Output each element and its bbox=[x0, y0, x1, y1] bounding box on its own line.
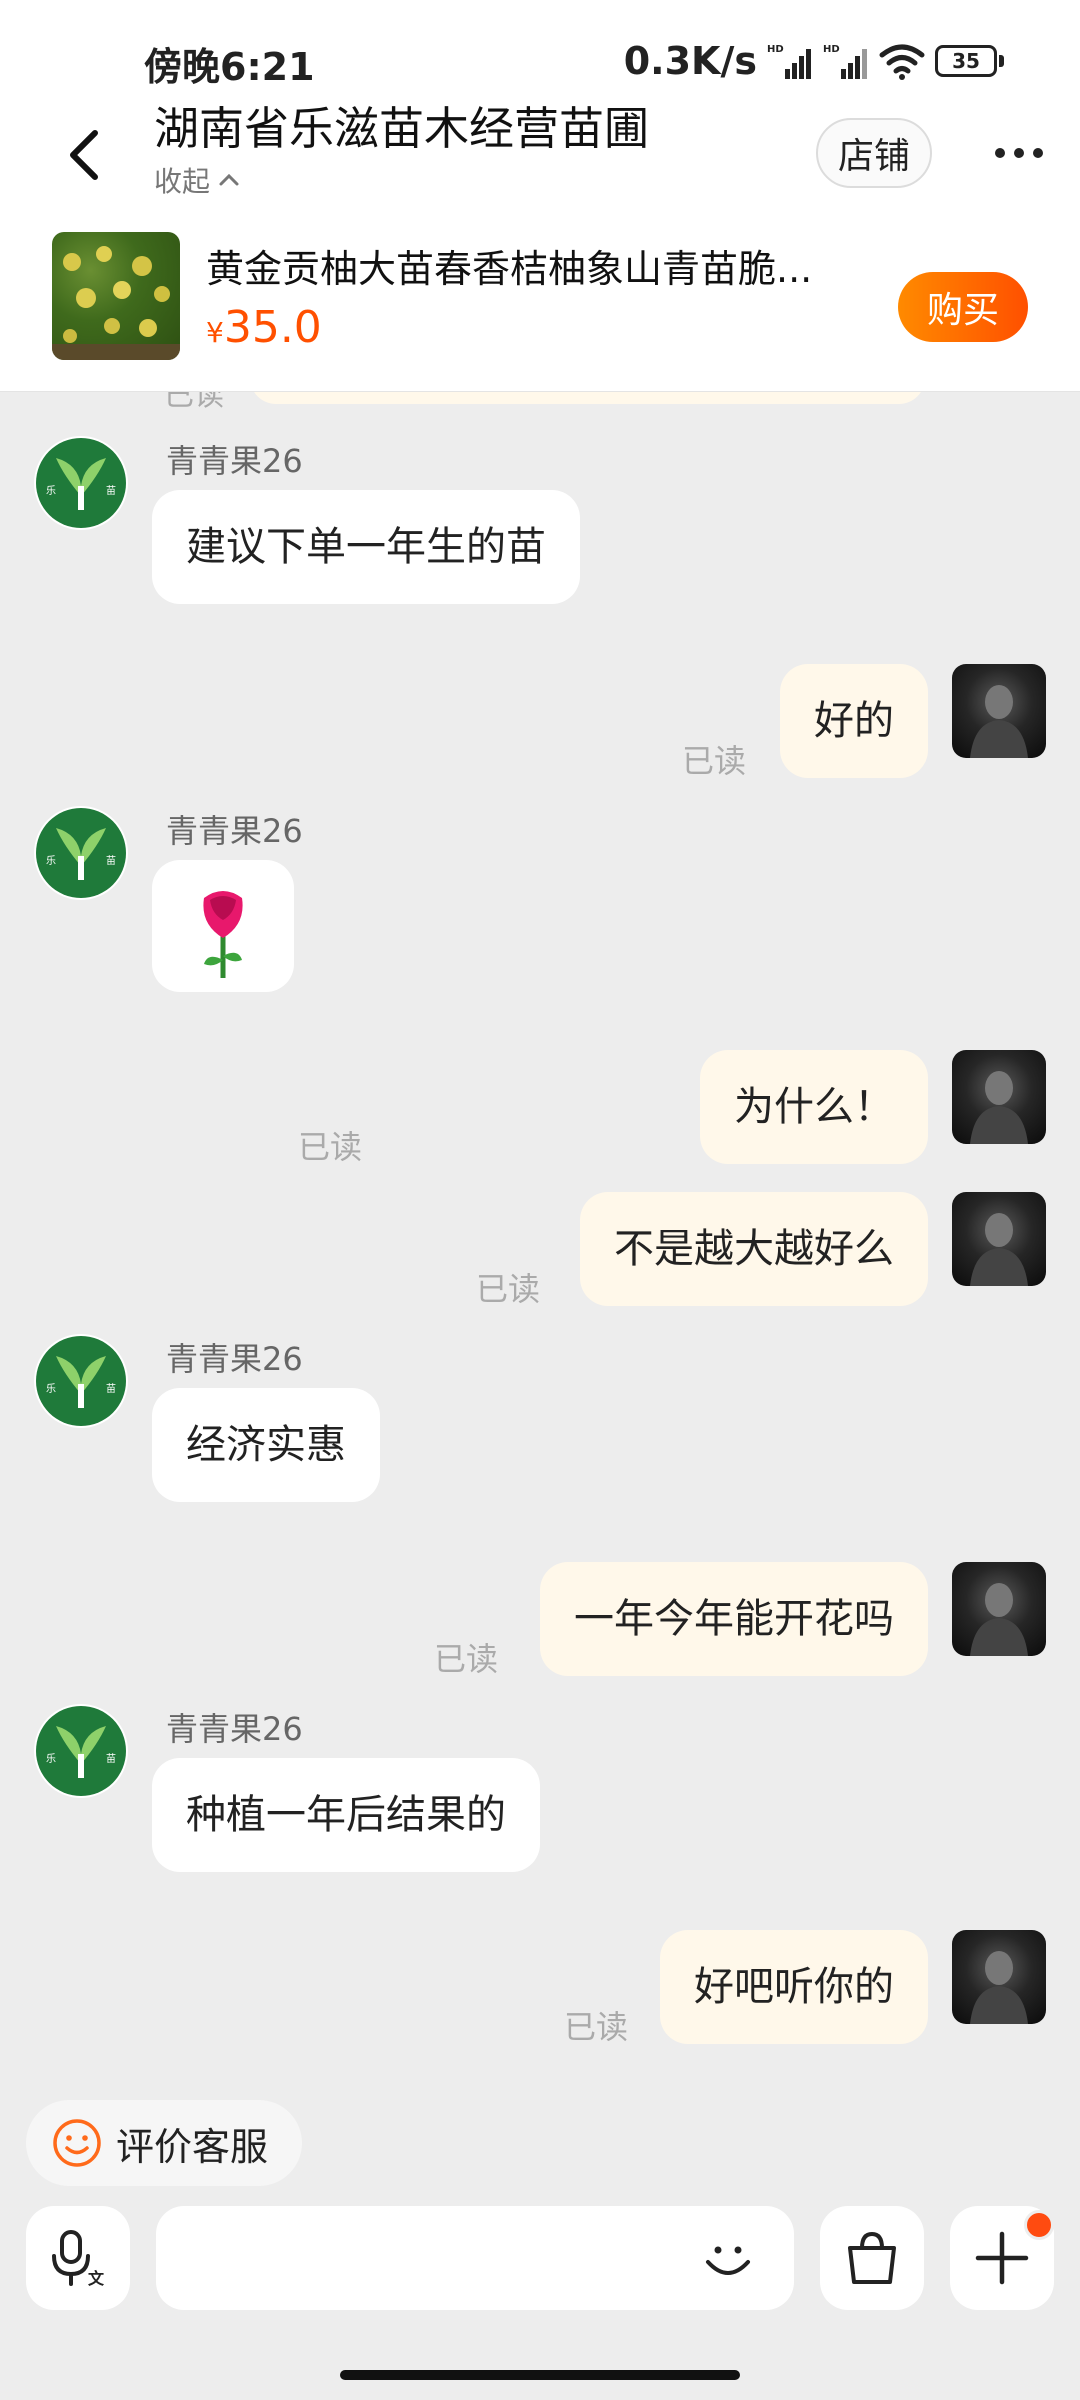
shop-avatar[interactable]: 乐 苗 bbox=[34, 1704, 128, 1798]
message-row-right: 已读 不是越大越好么 bbox=[0, 1192, 1080, 1308]
battery-icon: 35 bbox=[935, 45, 1004, 77]
network-speed: 0.3K/s bbox=[623, 39, 757, 83]
message-bubble[interactable]: 经济实惠 bbox=[152, 1388, 380, 1502]
more-dots-icon[interactable] bbox=[984, 128, 1054, 178]
previous-message-bubble bbox=[250, 392, 925, 404]
plus-icon bbox=[975, 2231, 1029, 2285]
svg-text:乐: 乐 bbox=[46, 1753, 56, 1765]
signal-icon: HD bbox=[767, 44, 811, 79]
message-bubble[interactable] bbox=[152, 860, 294, 992]
svg-text:苗: 苗 bbox=[106, 485, 116, 497]
sender-name: 青青果26 bbox=[166, 812, 303, 850]
home-indicator[interactable] bbox=[340, 2370, 740, 2380]
back-arrow-icon bbox=[70, 130, 98, 180]
product-name[interactable]: 黄金贡柚大苗春香桔柚象山青苗脆... bbox=[206, 238, 856, 293]
shopping-bag-icon bbox=[848, 2231, 896, 2284]
message-bubble[interactable]: 不是越大越好么 bbox=[580, 1192, 928, 1306]
svg-text:文: 文 bbox=[88, 2269, 105, 2288]
shop-avatar[interactable]: 乐 苗 bbox=[34, 806, 128, 900]
user-avatar[interactable] bbox=[952, 1192, 1046, 1286]
message-bubble[interactable]: 为什么！ bbox=[700, 1050, 928, 1164]
message-row-left: 乐 苗 青青果26 建议下单一年生的苗 bbox=[0, 436, 1080, 606]
sender-name: 青青果26 bbox=[166, 1340, 303, 1378]
signal-icon-2: HD bbox=[823, 44, 867, 79]
message-bubble[interactable]: 建议下单一年生的苗 bbox=[152, 490, 580, 604]
shop-avatar[interactable]: 乐 苗 bbox=[34, 436, 128, 530]
smile-icon bbox=[53, 2119, 101, 2167]
sender-name: 青青果26 bbox=[166, 442, 303, 480]
message-row-right: 已读 好的 bbox=[0, 664, 1080, 780]
notification-dot bbox=[1024, 2210, 1054, 2240]
microphone-icon: 文 bbox=[52, 2230, 105, 2288]
status-time: 傍晚6:21 bbox=[144, 45, 315, 89]
message-row-left: 乐 苗 青青果26 种植一年后结果的 bbox=[0, 1704, 1080, 1874]
svg-text:HD: HD bbox=[823, 44, 840, 55]
read-status: 已读 bbox=[433, 1640, 498, 1678]
read-status: 已读 bbox=[563, 2008, 628, 2046]
collapse-label: 收起 bbox=[154, 165, 211, 198]
chat-header: 傍晚6:21 0.3K/s HD HD 35 湖南省乐滋苗木经营苗圃 收起 店铺… bbox=[0, 0, 1080, 392]
message-row-right: 已读 好吧听你的 bbox=[0, 1930, 1080, 2046]
collapse-toggle[interactable]: 收起 bbox=[154, 160, 240, 200]
svg-text:乐: 乐 bbox=[46, 485, 56, 497]
rate-service-label: 评价客服 bbox=[116, 2124, 269, 2169]
read-status: 已读 bbox=[475, 1270, 540, 1308]
svg-text:乐: 乐 bbox=[46, 1383, 56, 1395]
svg-text:苗: 苗 bbox=[106, 1753, 116, 1765]
user-avatar[interactable] bbox=[952, 664, 1046, 758]
read-status: 已读 bbox=[297, 1128, 362, 1166]
status-indicators: 0.3K/s HD HD 35 bbox=[624, 36, 1004, 86]
message-bubble[interactable]: 好吧听你的 bbox=[660, 1930, 928, 2044]
product-thumbnail[interactable] bbox=[52, 232, 180, 360]
message-bubble[interactable]: 好的 bbox=[780, 664, 928, 778]
chat-message-list[interactable]: 已读 乐 苗 青青果26 建议下单一年生的苗 已读 好的 乐 苗 青青果26 已… bbox=[0, 392, 1080, 2092]
sender-name: 青青果26 bbox=[166, 1710, 303, 1748]
user-avatar[interactable] bbox=[952, 1930, 1046, 2024]
shop-name[interactable]: 湖南省乐滋苗木经营苗圃 bbox=[154, 92, 649, 157]
shopping-bag-button[interactable] bbox=[820, 2206, 924, 2310]
message-row-right: 已读 一年今年能开花吗 bbox=[0, 1562, 1080, 1678]
message-row-left: 乐 苗 青青果26 经济实惠 bbox=[0, 1334, 1080, 1504]
buy-button[interactable]: 购买 bbox=[898, 272, 1028, 342]
product-price: ¥ 35.0 bbox=[206, 302, 322, 353]
shop-avatar[interactable]: 乐 苗 bbox=[34, 1334, 128, 1428]
message-bubble[interactable]: 种植一年后结果的 bbox=[152, 1758, 540, 1872]
emoji-icon[interactable] bbox=[698, 2228, 758, 2288]
message-row-right: 已读 为什么！ bbox=[0, 1050, 1080, 1166]
input-bar: 文 bbox=[0, 2206, 1080, 2324]
user-avatar[interactable] bbox=[952, 1562, 1046, 1656]
battery-level: 35 bbox=[935, 45, 997, 77]
rate-service-button[interactable]: 评价客服 bbox=[26, 2100, 302, 2186]
svg-text:HD: HD bbox=[767, 44, 784, 55]
read-status: 已读 bbox=[681, 742, 746, 780]
chevron-up-icon bbox=[219, 173, 239, 186]
svg-text:苗: 苗 bbox=[106, 855, 116, 867]
store-button[interactable]: 店铺 bbox=[816, 118, 932, 188]
message-row-left: 乐 苗 青青果26 bbox=[0, 806, 1080, 992]
svg-text:乐: 乐 bbox=[46, 855, 56, 867]
user-avatar[interactable] bbox=[952, 1050, 1046, 1144]
rose-icon bbox=[203, 891, 243, 978]
back-button[interactable] bbox=[50, 120, 120, 190]
price-value: 35.0 bbox=[223, 302, 322, 353]
message-bubble[interactable]: 一年今年能开花吗 bbox=[540, 1562, 928, 1676]
price-currency: ¥ bbox=[206, 316, 224, 349]
chat-screen: 傍晚6:21 0.3K/s HD HD 35 湖南省乐滋苗木经营苗圃 收起 店铺… bbox=[0, 0, 1080, 2400]
svg-text:苗: 苗 bbox=[106, 1383, 116, 1395]
voice-input-button[interactable]: 文 bbox=[26, 2206, 130, 2310]
wifi-icon bbox=[879, 44, 925, 80]
read-status: 已读 bbox=[164, 392, 224, 413]
